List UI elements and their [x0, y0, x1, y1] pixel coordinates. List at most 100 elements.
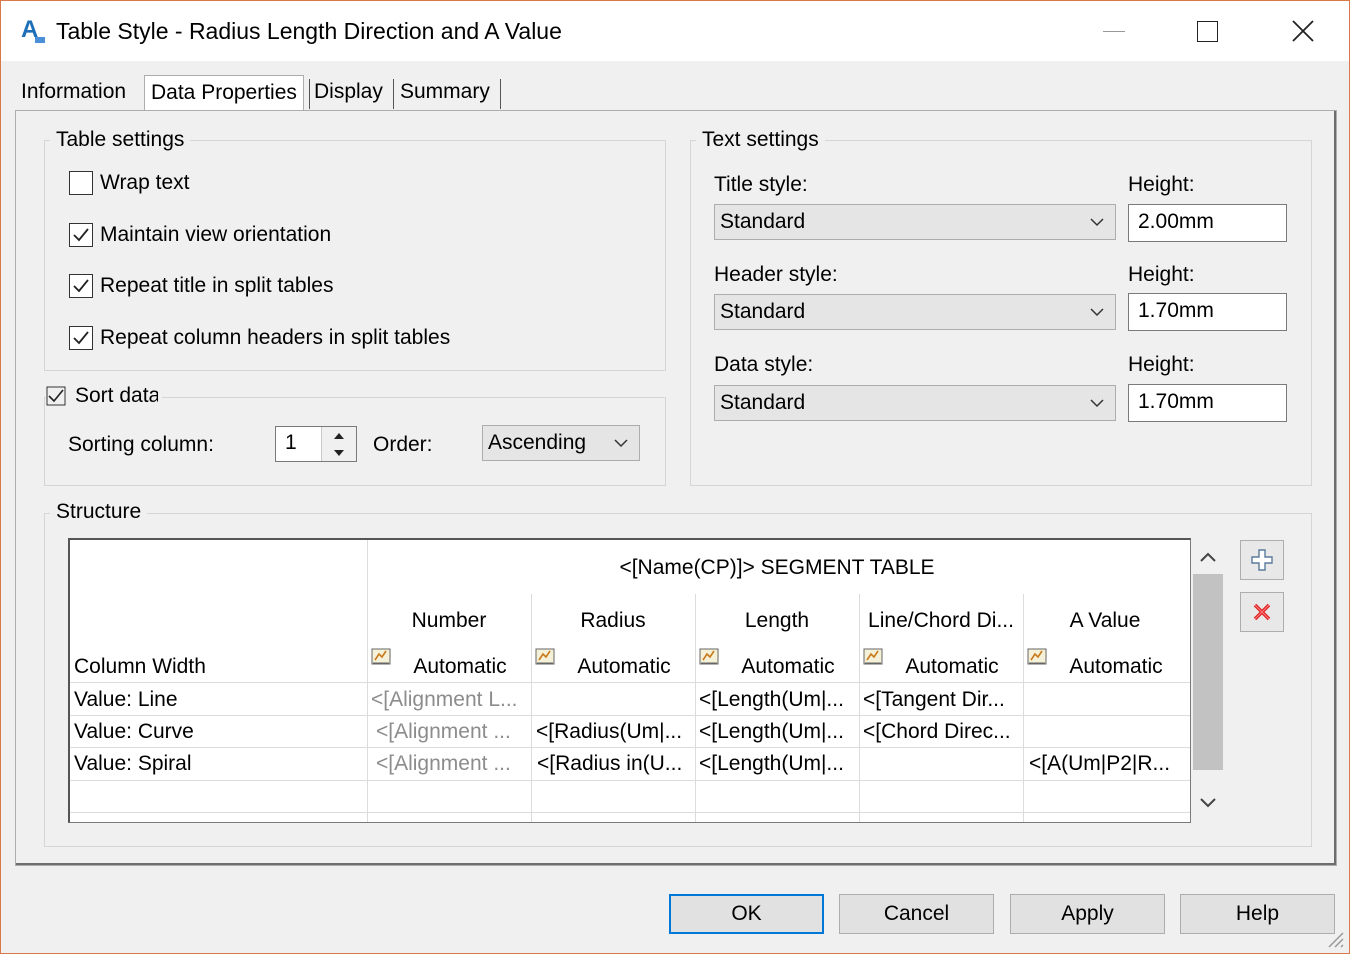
chevron-down-icon	[1089, 386, 1105, 431]
spinner-buttons	[321, 427, 356, 461]
grid-line	[70, 747, 1190, 748]
row-label-curve: Value: Curve	[74, 720, 194, 743]
close-icon	[1292, 20, 1314, 42]
cancel-button[interactable]: Cancel	[839, 894, 994, 934]
title-style-value: Standard	[720, 210, 806, 233]
edit-width-icon[interactable]	[1027, 646, 1047, 666]
title-style-dropdown[interactable]: Standard	[714, 204, 1116, 240]
edit-width-icon[interactable]	[863, 646, 883, 666]
table-cell[interactable]: <[Length(Um|...	[699, 752, 857, 776]
table-cell[interactable]: <[Length(Um|...	[699, 720, 857, 744]
table-title-cell[interactable]: <[Name(CP)]> SEGMENT TABLE	[367, 556, 1187, 580]
edit-width-icon[interactable]	[371, 646, 391, 666]
structure-scrollbar[interactable]	[1191, 538, 1225, 820]
tab-data-properties[interactable]: Data Properties	[144, 75, 304, 112]
maximize-button[interactable]	[1177, 9, 1237, 53]
data-height-label: Height:	[1128, 353, 1195, 376]
column-header[interactable]: Number	[367, 609, 531, 633]
column-width-cell[interactable]: Automatic	[892, 655, 1012, 679]
column-width-label: Column Width	[74, 655, 206, 678]
plus-icon	[1251, 549, 1273, 571]
repeat-headers-checkbox[interactable]: Repeat column headers in split tables	[69, 326, 450, 350]
data-style-label: Data style:	[714, 353, 814, 376]
wrap-text-checkbox[interactable]: Wrap text	[69, 171, 189, 195]
table-cell[interactable]: <[Tangent Dir...	[863, 688, 1021, 712]
checkbox-box[interactable]	[69, 326, 93, 350]
panel-edge	[1334, 111, 1336, 865]
tab-summary[interactable]: Summary	[394, 75, 496, 109]
column-header[interactable]: Line/Chord Di...	[859, 609, 1023, 633]
table-cell[interactable]: <[Length(Um|...	[699, 688, 857, 712]
scroll-up-button[interactable]	[1191, 542, 1225, 572]
check-icon	[46, 386, 66, 406]
ok-button[interactable]: OK	[669, 894, 824, 934]
triangle-down-icon	[334, 449, 344, 456]
delete-row-button[interactable]	[1240, 592, 1284, 632]
sorting-column-spinner[interactable]: 1	[275, 426, 357, 462]
column-header[interactable]: Length	[695, 609, 859, 633]
resize-grip-icon[interactable]	[1321, 925, 1345, 949]
row-label-line: Value: Line	[74, 688, 178, 711]
column-width-cell[interactable]: Automatic	[400, 655, 520, 679]
repeat-title-checkbox[interactable]: Repeat title in split tables	[69, 274, 333, 298]
checkbox-box[interactable]	[46, 386, 66, 406]
edit-width-icon[interactable]	[535, 646, 555, 666]
column-header[interactable]: Radius	[531, 609, 695, 633]
header-style-value: Standard	[720, 300, 806, 323]
table-cell[interactable]: <[Alignment L...	[371, 688, 529, 712]
add-row-button[interactable]	[1240, 540, 1284, 580]
maintain-view-checkbox[interactable]: Maintain view orientation	[69, 223, 331, 247]
title-height-input[interactable]: 2.00mm	[1128, 204, 1287, 242]
table-cell[interactable]: <[Alignment ...	[376, 752, 529, 776]
autocad-app-icon: A	[19, 15, 47, 45]
scroll-down-button[interactable]	[1191, 788, 1225, 818]
text-settings-label: Text settings	[696, 128, 825, 152]
data-height-input[interactable]: 1.70mm	[1128, 384, 1287, 422]
checkbox-box[interactable]	[69, 274, 93, 298]
column-header[interactable]: A Value	[1023, 609, 1187, 633]
apply-button[interactable]: Apply	[1010, 894, 1165, 934]
tab-information[interactable]: Information	[15, 75, 132, 109]
header-height-input[interactable]: 1.70mm	[1128, 293, 1287, 331]
spin-up-button[interactable]	[322, 427, 356, 445]
order-label: Order:	[373, 433, 433, 456]
table-settings-label: Table settings	[50, 128, 191, 152]
checkbox-box[interactable]	[69, 223, 93, 247]
chevron-down-icon	[1200, 798, 1216, 808]
check-icon	[73, 228, 89, 242]
table-cell[interactable]: <[Alignment ...	[376, 720, 529, 744]
table-cell[interactable]: <[Chord Direc...	[863, 720, 1021, 744]
window-title: Table Style - Radius Length Direction an…	[56, 18, 562, 44]
column-width-cell[interactable]: Automatic	[728, 655, 848, 679]
header-style-dropdown[interactable]: Standard	[714, 294, 1116, 330]
order-value: Ascending	[488, 431, 587, 454]
column-width-cell[interactable]: Automatic	[1056, 655, 1176, 679]
table-cell[interactable]: <[A(Um|P2|R...	[1029, 752, 1187, 776]
close-button[interactable]	[1273, 9, 1333, 53]
help-button[interactable]: Help	[1180, 894, 1335, 934]
structure-grid[interactable]: <[Name(CP)]> SEGMENT TABLE Number Radius…	[68, 538, 1191, 823]
table-cell[interactable]: <[Radius(Um|...	[536, 720, 694, 744]
table-cell[interactable]: <[Radius in(U...	[537, 752, 694, 776]
scroll-thumb[interactable]	[1193, 574, 1223, 770]
title-style-label: Title style:	[714, 173, 808, 196]
dialog-window: A Table Style - Radius Length Direction …	[0, 0, 1350, 954]
minimize-button[interactable]	[1084, 9, 1144, 53]
checkbox-box[interactable]	[69, 171, 93, 195]
title-bar[interactable]: A Table Style - Radius Length Direction …	[1, 1, 1349, 61]
edit-width-icon[interactable]	[699, 646, 719, 666]
chevron-down-icon	[613, 426, 629, 471]
tab-display[interactable]: Display	[308, 75, 389, 109]
data-style-dropdown[interactable]: Standard	[714, 385, 1116, 421]
sorting-column-value: 1	[285, 431, 297, 454]
spin-down-button[interactable]	[322, 444, 356, 461]
delete-x-icon	[1253, 603, 1271, 621]
header-height-label: Height:	[1128, 263, 1195, 286]
structure-label: Structure	[50, 500, 148, 524]
sort-data-label: Sort data	[75, 384, 158, 407]
column-width-cell[interactable]: Automatic	[564, 655, 684, 679]
sort-data-checkbox[interactable]: Sort data	[46, 384, 162, 408]
order-dropdown[interactable]: Ascending	[482, 425, 640, 461]
tab-separator	[500, 79, 501, 109]
check-icon	[73, 279, 89, 293]
